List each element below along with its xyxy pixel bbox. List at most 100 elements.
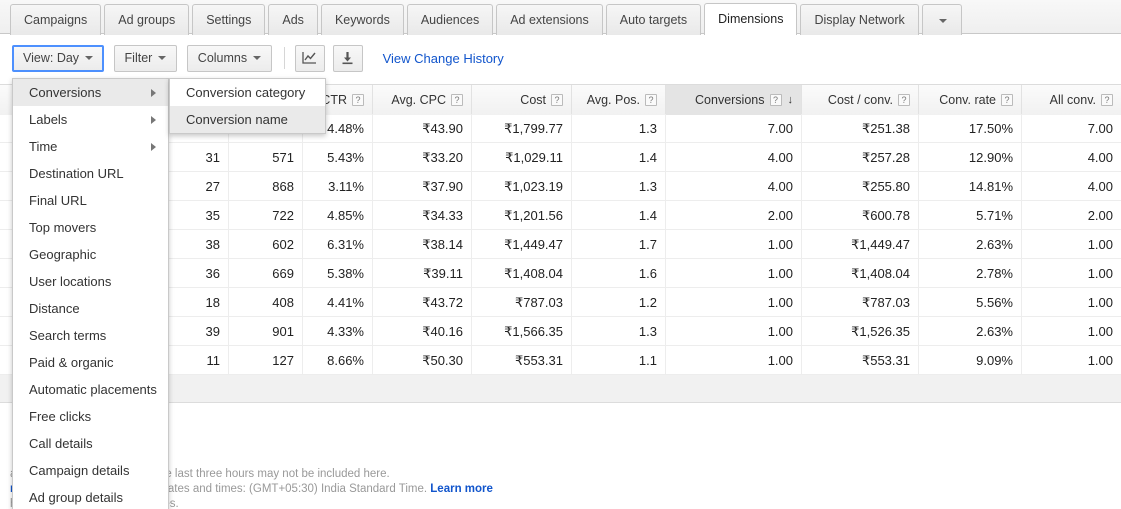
menu-item-top-movers[interactable]: Top movers (13, 214, 168, 241)
chart-toggle-button[interactable] (294, 44, 325, 72)
help-icon[interactable]: ? (451, 94, 463, 106)
help-icon[interactable]: ? (352, 94, 364, 106)
cell-conv-rate: 2.63% (919, 230, 1022, 259)
menu-item-final-url[interactable]: Final URL (13, 187, 168, 214)
tab-ads[interactable]: Ads (268, 4, 318, 35)
cell-ctr: 8.66% (303, 346, 373, 375)
menu-item-user-locations[interactable]: User locations (13, 268, 168, 295)
column-header-all-conv[interactable]: All conv.? (1022, 85, 1121, 115)
menu-item-destination-url[interactable]: Destination URL (13, 160, 168, 187)
cell-cost: ₹1,201.56 (472, 201, 572, 230)
menu-item-ad-group-details[interactable]: Ad group details (13, 484, 168, 509)
tab-label: Auto targets (619, 13, 688, 27)
column-header-avg-cpc[interactable]: Avg. CPC? (373, 85, 472, 115)
cell-conversions: 4.00 (666, 143, 802, 172)
help-icon[interactable]: ? (551, 94, 563, 106)
tab-overflow-button[interactable] (921, 4, 962, 35)
cell-avg-cpc: ₹39.11 (373, 259, 472, 288)
cell-avg-pos: 1.7 (572, 230, 666, 259)
adwords-dimensions-page: Campaigns Ad groups Settings Ads Keyword… (0, 0, 1121, 509)
menu-item-labels[interactable]: Labels (13, 106, 168, 133)
menu-item-geographic[interactable]: Geographic (13, 241, 168, 268)
filter-button[interactable]: Filter (113, 44, 177, 72)
cell-cost-per-conv: ₹553.31 (802, 346, 919, 375)
cell-cost-per-conv: ₹787.03 (802, 288, 919, 317)
cell-conv-rate: 17.50% (919, 114, 1022, 143)
column-header-cost[interactable]: Cost? (472, 85, 572, 115)
tab-auto-targets[interactable]: Auto targets (605, 4, 702, 35)
column-header-conv-rate[interactable]: Conv. rate? (919, 85, 1022, 115)
column-label: Avg. CPC (391, 93, 446, 107)
tab-ad-groups[interactable]: Ad groups (104, 4, 190, 35)
cell-all-conv: 1.00 (1087, 237, 1113, 252)
cell-conv-rate: 2.63% (919, 317, 1022, 346)
cell-avg-pos: 1.3 (572, 114, 666, 143)
cell-avg-cpc: ₹34.33 (373, 201, 472, 230)
tab-display-network[interactable]: Display Network (800, 4, 919, 35)
menu-item-time[interactable]: Time (13, 133, 168, 160)
toolbar-divider (283, 47, 285, 69)
view-change-history-link[interactable]: View Change History (383, 51, 504, 66)
column-label: Cost / conv. (827, 93, 893, 107)
menu-item-label: Distance (29, 301, 80, 316)
menu-item-label: Call details (29, 436, 93, 451)
column-header-conversions[interactable]: Conversions? ↓ (666, 85, 802, 115)
menu-item-conversion-name[interactable]: Conversion name (170, 106, 325, 133)
learn-more-link[interactable]: Learn more (430, 483, 493, 495)
columns-label: Columns (197, 50, 248, 65)
cell-avg-pos: 1.3 (572, 172, 666, 201)
cell-impressions: 127 (229, 346, 303, 375)
help-icon[interactable]: ? (1001, 94, 1013, 106)
sort-descending-icon: ↓ (787, 94, 794, 106)
tab-audiences[interactable]: Audiences (406, 4, 494, 35)
cell-impressions: 571 (229, 143, 303, 172)
column-header-cost-per-conv[interactable]: Cost / conv.? (802, 85, 919, 115)
tab-settings[interactable]: Settings (192, 4, 266, 35)
column-label: Conv. rate (939, 93, 996, 107)
help-icon[interactable]: ? (898, 94, 910, 106)
menu-item-campaign-details[interactable]: Campaign details (13, 457, 168, 484)
tab-dimensions[interactable]: Dimensions (704, 3, 798, 36)
cell-avg-pos: 1.2 (572, 288, 666, 317)
menu-item-automatic-placements[interactable]: Automatic placements (13, 376, 168, 403)
cell-impressions: 901 (229, 317, 303, 346)
cell-all-conv: 7.00 (1087, 121, 1113, 136)
view-day-label: View: Day (23, 50, 80, 65)
menu-item-label: User locations (29, 274, 112, 289)
view-day-button[interactable]: View: Day (12, 44, 104, 72)
help-icon[interactable]: ? (1101, 94, 1113, 106)
menu-item-search-terms[interactable]: Search terms (13, 322, 168, 349)
tab-campaigns[interactable]: Campaigns (10, 4, 102, 35)
cell-ctr: 3.11% (303, 172, 373, 201)
help-icon[interactable]: ? (769, 94, 782, 106)
tab-keywords[interactable]: Keywords (320, 4, 404, 35)
cell-cost-per-conv: ₹1,408.04 (802, 259, 919, 288)
menu-item-conversions[interactable]: Conversions (13, 79, 168, 106)
help-icon[interactable]: ? (645, 94, 657, 106)
cell-avg-cpc: ₹43.90 (373, 114, 472, 143)
menu-item-call-details[interactable]: Call details (13, 430, 168, 457)
menu-item-paid-organic[interactable]: Paid & organic (13, 349, 168, 376)
menu-item-label: Search terms (29, 328, 107, 343)
menu-item-label: Labels (29, 112, 68, 127)
cell-avg-cpc: ₹43.72 (373, 288, 472, 317)
download-button[interactable] (332, 44, 363, 72)
column-header-avg-pos[interactable]: Avg. Pos.? (572, 85, 666, 115)
cell-cost: ₹1,799.77 (472, 114, 572, 143)
cell-avg-pos: 1.4 (572, 143, 666, 172)
cell-conversions: 4.00 (666, 172, 802, 201)
menu-item-free-clicks[interactable]: Free clicks (13, 403, 168, 430)
cell-ctr: 5.43% (303, 143, 373, 172)
cell-ctr: 5.38% (303, 259, 373, 288)
chevron-down-icon (84, 56, 93, 61)
menu-item-distance[interactable]: Distance (13, 295, 168, 322)
cell-cost-per-conv: ₹257.28 (802, 143, 919, 172)
menu-item-conversion-category[interactable]: Conversion category (170, 79, 325, 106)
tab-ad-extensions[interactable]: Ad extensions (496, 4, 603, 35)
cell-conv-rate: 5.56% (919, 288, 1022, 317)
cell-ctr: 4.41% (303, 288, 373, 317)
cell-conversions: 7.00 (666, 114, 802, 143)
columns-button[interactable]: Columns (186, 44, 272, 72)
menu-item-label: Geographic (29, 247, 97, 262)
cell-avg-cpc: ₹38.14 (373, 230, 472, 259)
